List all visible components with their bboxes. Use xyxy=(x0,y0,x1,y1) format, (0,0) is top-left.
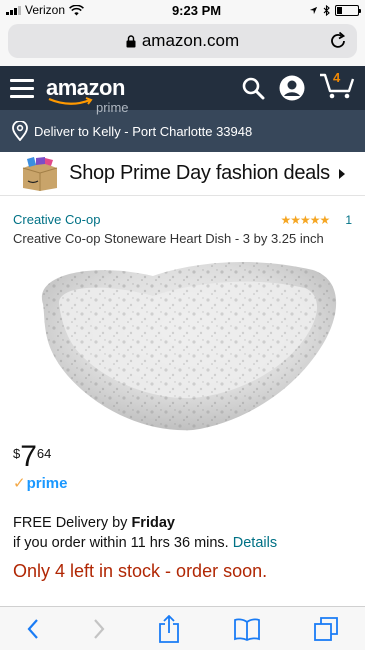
price: $ 7 64 xyxy=(13,442,352,472)
status-bar: Verizon 9:23 PM xyxy=(0,0,365,20)
brand-row: Creative Co-op ★★★★★ 1 xyxy=(13,212,352,227)
location-pin-icon xyxy=(12,121,28,141)
account-icon[interactable] xyxy=(279,75,305,101)
details-link[interactable]: Details xyxy=(233,535,277,551)
back-icon[interactable] xyxy=(26,618,40,640)
promo-banner[interactable]: Shop Prime Day fashion deals xyxy=(0,152,365,196)
delivery-prefix: FREE Delivery by xyxy=(13,515,132,531)
amazon-header: amazon prime 4 xyxy=(0,66,365,115)
amazon-logo[interactable]: amazon prime xyxy=(46,75,129,115)
url-text: amazon.com xyxy=(141,31,240,50)
logo-text: amazon xyxy=(46,75,125,100)
rating[interactable]: ★★★★★ 1 xyxy=(281,213,352,227)
search-icon[interactable] xyxy=(241,76,265,100)
review-count: 1 xyxy=(345,212,352,227)
bookmarks-icon[interactable] xyxy=(233,617,261,641)
status-right xyxy=(309,4,361,16)
prime-label: prime xyxy=(26,474,68,492)
lock-icon xyxy=(126,34,136,48)
box-icon xyxy=(23,156,58,191)
bluetooth-icon xyxy=(323,4,330,16)
share-icon[interactable] xyxy=(158,614,180,643)
signal-icon xyxy=(6,5,21,15)
price-symbol: $ xyxy=(13,446,21,461)
battery-icon xyxy=(334,4,361,16)
product-image[interactable] xyxy=(23,254,343,434)
status-time: 9:23 PM xyxy=(171,2,222,18)
price-whole: 7 xyxy=(20,440,37,473)
reload-icon[interactable] xyxy=(329,31,347,55)
menu-icon[interactable] xyxy=(10,78,34,98)
product-title: Creative Co-op Stoneware Heart Dish - 3 … xyxy=(13,231,324,246)
star-rating-icon: ★★★★★ xyxy=(280,212,331,227)
status-left: Verizon xyxy=(6,3,84,17)
stock-status: Only 4 left in stock - order soon. xyxy=(13,561,268,582)
smile-icon xyxy=(48,97,93,105)
carrier-label: Verizon xyxy=(25,3,66,17)
location-arrow-icon xyxy=(309,6,318,14)
prime-check-icon: ✓ xyxy=(13,475,26,492)
delivery-cutoff: if you order within 11 hrs 36 mins. xyxy=(13,534,229,551)
price-fraction: 64 xyxy=(36,446,52,461)
tabs-icon[interactable] xyxy=(313,616,339,642)
delivery-info: FREE Delivery by Friday if you order wit… xyxy=(13,514,352,553)
header-icons: 4 xyxy=(241,69,355,105)
cart-count: 4 xyxy=(333,69,341,85)
wifi-icon xyxy=(69,4,84,15)
promo-text: Shop Prime Day fashion deals xyxy=(69,162,330,184)
url-bar[interactable]: amazon.com xyxy=(8,24,357,58)
delivery-day: Friday xyxy=(131,515,175,531)
forward-icon[interactable] xyxy=(92,618,106,640)
logo-prime-text: prime xyxy=(96,100,129,115)
browser-toolbar xyxy=(0,606,365,650)
product-section: Creative Co-op ★★★★★ 1 Creative Co-op St… xyxy=(0,196,365,582)
browser-chrome: amazon.com xyxy=(0,20,365,66)
deliver-to-text: Deliver to Kelly - Port Charlotte 33948 xyxy=(34,123,253,139)
chevron-right-icon xyxy=(338,168,345,179)
prime-badge: ✓ prime xyxy=(13,474,352,493)
deliver-to-bar[interactable]: Deliver to Kelly - Port Charlotte 33948 xyxy=(0,110,365,152)
cart-button[interactable]: 4 xyxy=(319,69,355,105)
brand-link[interactable]: Creative Co-op xyxy=(13,212,100,227)
